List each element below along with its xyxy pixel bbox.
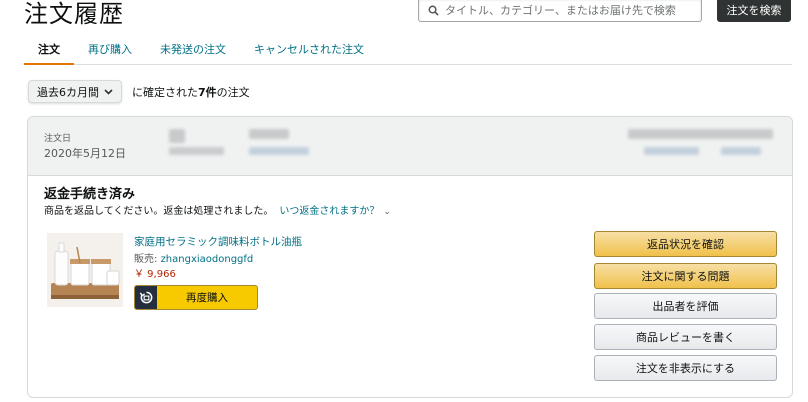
redacted-info — [721, 147, 761, 155]
redacted-info — [249, 129, 289, 139]
tab-cancelled[interactable]: キャンセルされた注文 — [240, 42, 378, 65]
tab-buy-again[interactable]: 再び購入 — [74, 42, 146, 65]
redacted-info — [169, 129, 185, 143]
redacted-info — [644, 147, 699, 155]
buy-again-label: 再度購入 — [186, 292, 228, 304]
refund-timing-link[interactable]: いつ返金されますか？ — [279, 206, 379, 217]
order-header: 注文日 2020年5月12日 — [28, 117, 792, 176]
product-image[interactable] — [47, 233, 123, 307]
chevron-down-icon — [104, 85, 113, 98]
search-input[interactable] — [441, 3, 691, 17]
redacted-info — [249, 147, 309, 155]
search-orders-button[interactable]: 注文を検索 — [717, 0, 791, 22]
write-review-button[interactable]: 商品レビューを書く — [594, 324, 777, 350]
tab-orders[interactable]: 注文 — [24, 42, 74, 65]
buy-again-button[interactable]: 再度購入 — [134, 285, 258, 310]
product-price: ￥ 9,966 — [134, 269, 176, 280]
return-status-button[interactable]: 返品状況を確認 — [594, 231, 777, 257]
refund-status-message: 商品を返品してください。返金は処理されました。 いつ返金されますか？ ⌄ — [44, 206, 391, 217]
tab-not-shipped[interactable]: 未発送の注文 — [146, 42, 240, 65]
order-tabs: 注文 再び購入 未発送の注文 キャンセルされた注文 — [24, 42, 792, 65]
refund-status-title: 返金手続き済み — [44, 187, 136, 202]
period-dropdown[interactable]: 過去6カ月間 — [28, 80, 122, 103]
order-problem-button[interactable]: 注文に関する問題 — [594, 263, 777, 289]
seller-link[interactable]: zhangxiaodonggfd — [161, 254, 254, 265]
reorder-icon — [135, 286, 157, 309]
redacted-info — [169, 147, 224, 155]
rate-seller-button[interactable]: 出品者を評価 — [594, 293, 777, 319]
page-title: 注文履歴 — [24, 0, 124, 28]
order-count-text: に確定された7件の注文 — [132, 85, 250, 99]
seller-info: 販売: zhangxiaodonggfd — [134, 254, 254, 265]
order-card: 注文日 2020年5月12日 返金手続き済み 商品を返品してください。返金は処理… — [27, 116, 793, 398]
search-box[interactable] — [418, 0, 702, 22]
search-icon — [419, 5, 441, 16]
filter-row: 過去6カ月間 に確定された7件の注文 — [28, 80, 250, 103]
order-count: 7件 — [198, 85, 217, 99]
hide-order-button[interactable]: 注文を非表示にする — [594, 355, 777, 381]
order-date-value: 2020年5月12日 — [44, 147, 126, 160]
product-title-link[interactable]: 家庭用セラミック調味料ボトル油瓶 — [134, 234, 302, 249]
redacted-info — [628, 129, 773, 139]
period-value: 過去6カ月間 — [37, 85, 99, 99]
order-date-label: 注文日 — [44, 134, 72, 144]
chevron-down-icon[interactable]: ⌄ — [383, 207, 391, 217]
